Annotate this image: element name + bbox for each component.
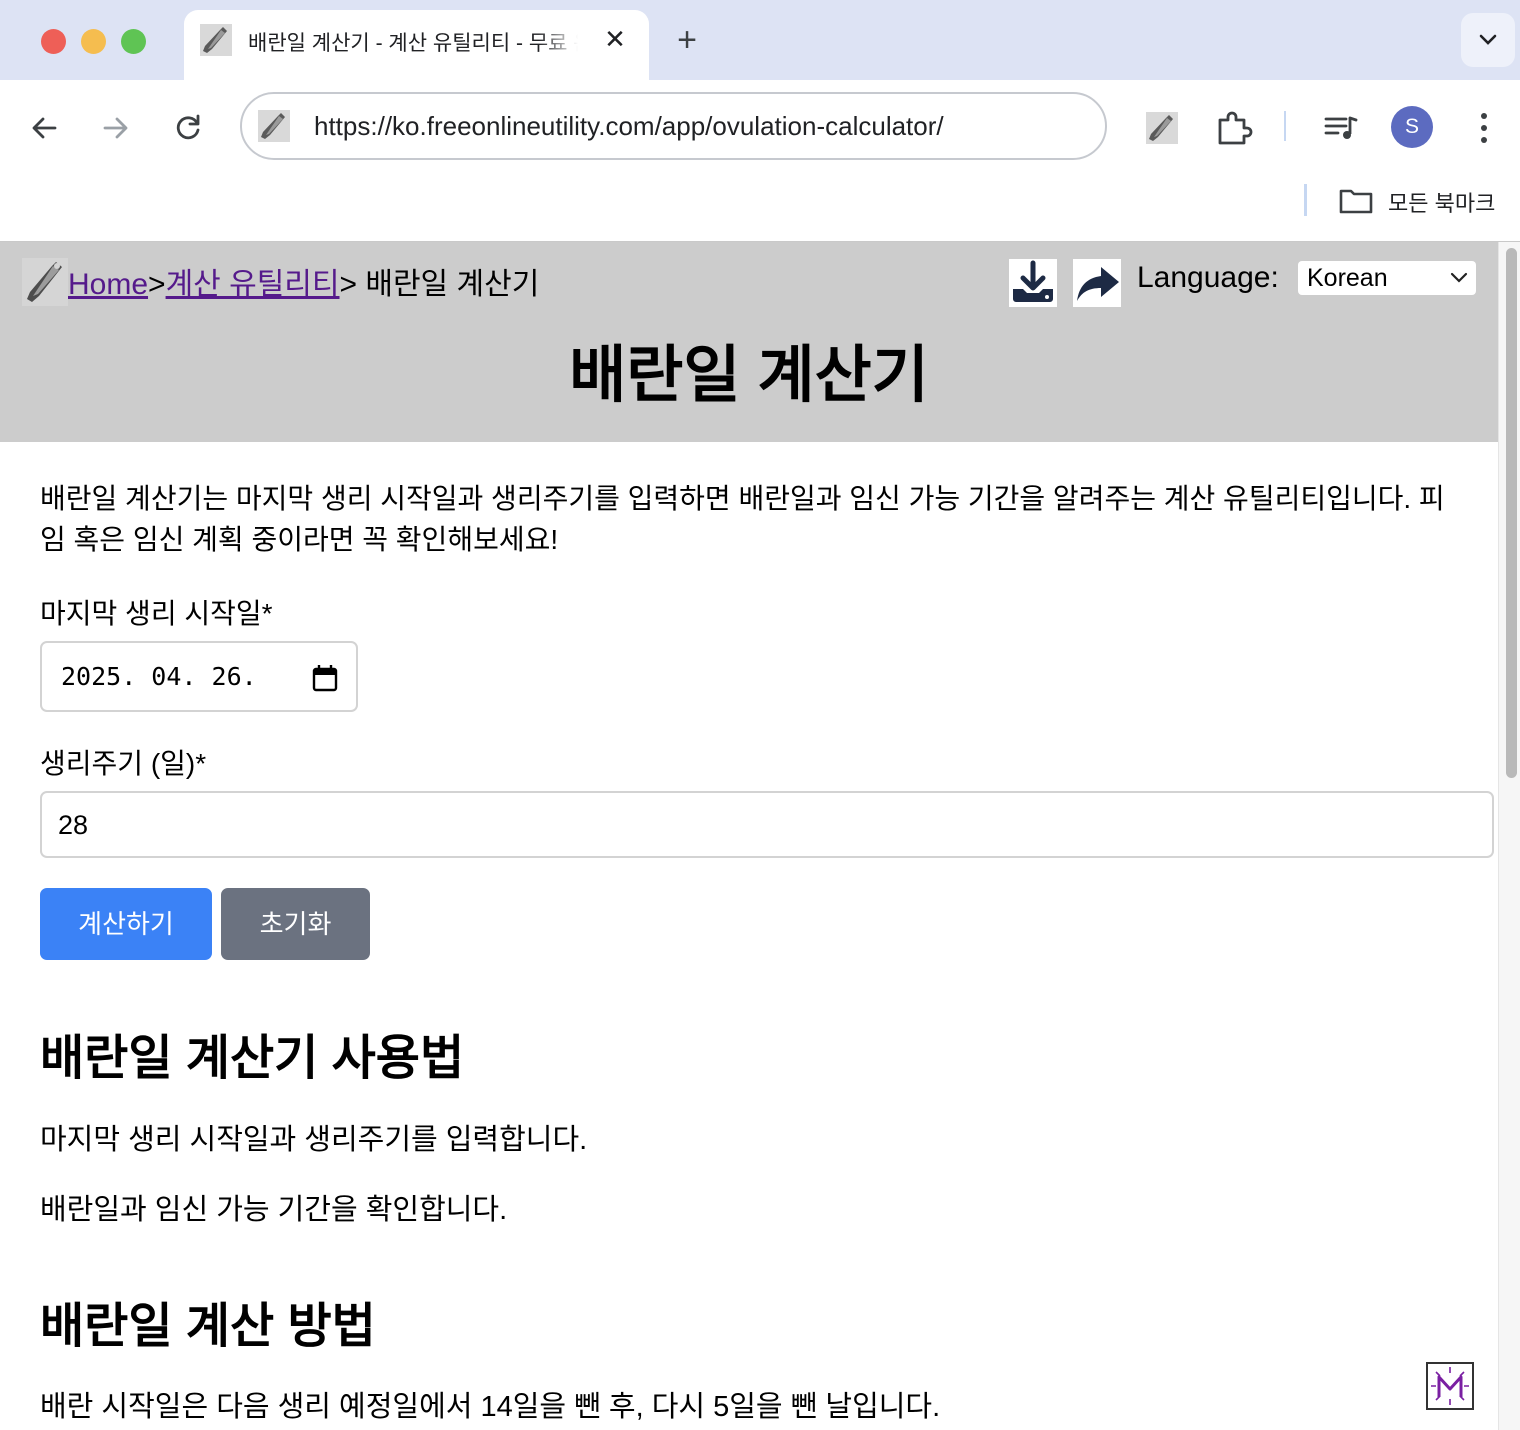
howto-heading: 배란일 계산기 사용법 [40, 1032, 465, 1085]
back-button[interactable] [24, 108, 64, 148]
download-icon [1013, 260, 1053, 302]
media-playlist-icon[interactable] [1318, 106, 1362, 150]
scrollbar-thumb[interactable] [1506, 248, 1517, 778]
reload-button[interactable] [168, 108, 208, 148]
howto-step-2: 배란일과 임신 가능 기간을 확인합니다. [40, 1194, 508, 1226]
close-tab-icon[interactable]: ✕ [600, 24, 630, 54]
browser-toolbar: https://ko.freeonlineutility.com/app/ovu… [0, 80, 1520, 242]
howto-step-1: 마지막 생리 시작일과 생리주기를 입력합니다. [40, 1124, 588, 1156]
all-bookmarks-label: 모든 북마크 [1388, 191, 1496, 216]
more-menu-icon[interactable] [1466, 106, 1502, 150]
page-scrollbar[interactable] [1498, 242, 1520, 1430]
calendar-icon[interactable] [312, 664, 338, 692]
forward-button[interactable] [96, 108, 136, 148]
download-button[interactable] [1009, 259, 1057, 307]
tab-search-button[interactable] [1461, 13, 1515, 67]
chevron-down-icon [1450, 272, 1468, 283]
folder-icon [1339, 189, 1373, 214]
calculate-button[interactable]: 계산하기 [40, 888, 212, 960]
extensions-puzzle-icon[interactable] [1212, 106, 1256, 150]
tab-title: 배란일 계산기 - 계산 유틸리티 - 무료 온라인 유틸리티 [248, 32, 578, 55]
address-bar[interactable]: https://ko.freeonlineutility.com/app/ovu… [240, 92, 1107, 160]
reset-button[interactable]: 초기화 [221, 888, 370, 960]
toolbar-divider [1284, 111, 1286, 141]
share-arrow-icon [1077, 267, 1119, 301]
chevron-down-icon [1479, 34, 1497, 45]
m-logo-icon [1431, 1367, 1469, 1405]
breadcrumb: Home>계산 유틸리티> 배란일 계산기 [68, 259, 539, 303]
language-selected-value: Korean [1307, 264, 1388, 292]
language-label: Language: [1137, 261, 1279, 294]
close-window-button[interactable] [41, 29, 66, 54]
tab-strip: 배란일 계산기 - 계산 유틸리티 - 무료 온라인 유틸리티 ✕ + [0, 0, 1520, 80]
page-title: 배란일 계산기 [569, 341, 929, 410]
reload-icon [176, 114, 200, 140]
last-period-date-input[interactable]: 2025. 04. 26. [40, 641, 358, 712]
cycle-length-label: 생리주기 (일)* [40, 748, 207, 779]
bookmarks-divider [1304, 184, 1307, 216]
back-arrow-icon [32, 117, 57, 139]
floating-m-badge-icon[interactable] [1426, 1362, 1474, 1410]
cycle-length-input[interactable]: 28 [40, 791, 1494, 858]
page-header: Home>계산 유틸리티> 배란일 계산기 Language: Korean 배… [0, 242, 1498, 442]
minimize-window-button[interactable] [81, 29, 106, 54]
wrench-extension-icon[interactable] [1140, 106, 1184, 150]
site-info-icon[interactable] [258, 110, 290, 142]
wrench-favicon-icon [200, 24, 232, 56]
method-text: 배란 시작일은 다음 생리 예정일에서 14일을 뺀 후, 다시 5일을 뺀 날… [40, 1391, 941, 1423]
breadcrumb-category-link[interactable]: 계산 유틸리티 [166, 268, 340, 301]
maximize-window-button[interactable] [121, 29, 146, 54]
breadcrumb-home-link[interactable]: Home [68, 268, 148, 301]
profile-avatar[interactable]: S [1391, 106, 1433, 148]
breadcrumb-separator: > [148, 268, 166, 301]
language-select[interactable]: Korean [1298, 261, 1476, 295]
forward-arrow-icon [103, 117, 128, 139]
site-logo-icon[interactable] [22, 258, 68, 306]
intro-paragraph: 배란일 계산기는 마지막 생리 시작일과 생리주기를 입력하면 배란일과 임신 … [40, 483, 1445, 555]
breadcrumb-current: > 배란일 계산기 [339, 268, 540, 301]
url-text[interactable]: https://ko.freeonlineutility.com/app/ovu… [314, 111, 944, 142]
page-viewport: Home>계산 유틸리티> 배란일 계산기 Language: Korean 배… [0, 242, 1498, 1430]
share-button[interactable] [1073, 259, 1121, 307]
date-value: 2025. 04. 26. [61, 662, 257, 691]
last-period-label: 마지막 생리 시작일* [40, 598, 273, 629]
active-tab[interactable]: 배란일 계산기 - 계산 유틸리티 - 무료 온라인 유틸리티 ✕ [184, 10, 649, 80]
method-heading: 배란일 계산 방법 [40, 1300, 376, 1353]
cycle-length-value: 28 [58, 810, 89, 840]
new-tab-button[interactable]: + [668, 22, 706, 60]
